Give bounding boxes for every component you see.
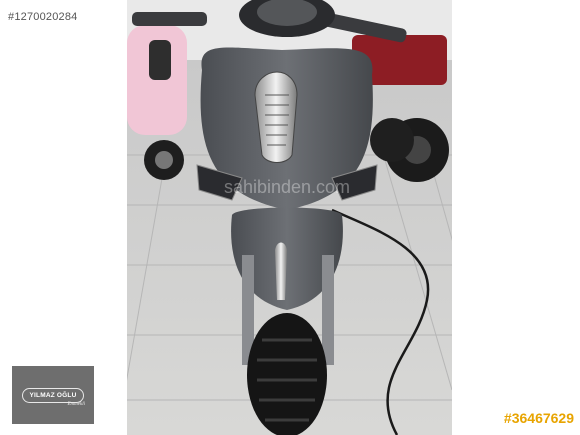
dealer-logo-tagline: Emmekli <box>67 401 86 407</box>
listing-id: #1270020284 <box>8 11 78 23</box>
fork-right <box>322 255 334 365</box>
listing-photo[interactable]: sahibinden.com <box>127 0 452 435</box>
fender-crest <box>275 242 287 300</box>
ad-number: #36467629 <box>503 410 574 426</box>
dealer-logo-name: YILMAZ OĞLU <box>29 391 77 399</box>
front-tyre <box>247 313 327 435</box>
photo-watermark: sahibinden.com <box>224 177 350 197</box>
scooter-photo: sahibinden.com <box>127 0 452 435</box>
dealer-logo: YILMAZ OĞLU Emmekli <box>12 366 94 424</box>
horn-grille <box>254 71 298 163</box>
dealer-logo-badge: YILMAZ OĞLU Emmekli <box>22 387 85 407</box>
